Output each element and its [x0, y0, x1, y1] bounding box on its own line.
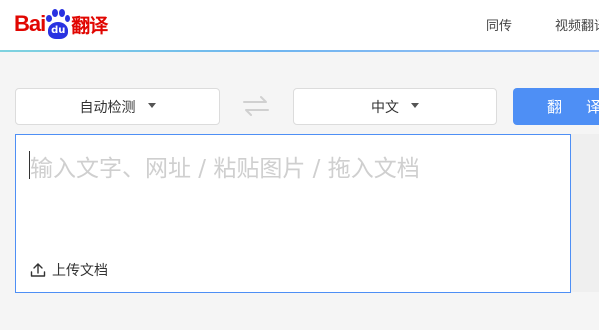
logo-text-fanyi: 翻译 [71, 14, 108, 37]
nav-simultaneous-interpretation[interactable]: 同传 [486, 15, 512, 34]
header-divider [0, 50, 599, 52]
baidu-fanyi-logo[interactable]: Bai du 翻译 [14, 2, 108, 46]
target-language-select[interactable]: 中文 [293, 88, 497, 125]
logo-text-bai: Bai [14, 11, 46, 36]
swap-arrows-icon[interactable] [242, 95, 270, 117]
baidu-paw-icon: du [46, 9, 71, 39]
upload-document-label: 上传文档 [52, 263, 108, 279]
logo-text-du: du [48, 22, 69, 39]
source-text-input[interactable]: 输入文字、网址 / 粘贴图片 / 拖入文档 上传文档 [15, 134, 571, 293]
chevron-down-icon [147, 103, 156, 108]
chevron-down-icon [411, 103, 419, 108]
upload-document-button[interactable]: 上传文档 [30, 260, 108, 280]
output-pane [571, 134, 599, 292]
target-language-label: 中文 [371, 99, 399, 116]
source-language-select[interactable]: 自动检测 [15, 88, 220, 125]
nav-video-translation[interactable]: 视频翻译 [555, 15, 599, 34]
upload-icon [30, 263, 46, 277]
translate-button[interactable]: 翻译 [513, 88, 599, 125]
input-placeholder: 输入文字、网址 / 粘贴图片 / 拖入文档 [30, 156, 420, 182]
top-navigation-bar: Bai du 翻译 同传 视频翻译 [0, 0, 599, 50]
source-language-label: 自动检测 [79, 99, 136, 116]
